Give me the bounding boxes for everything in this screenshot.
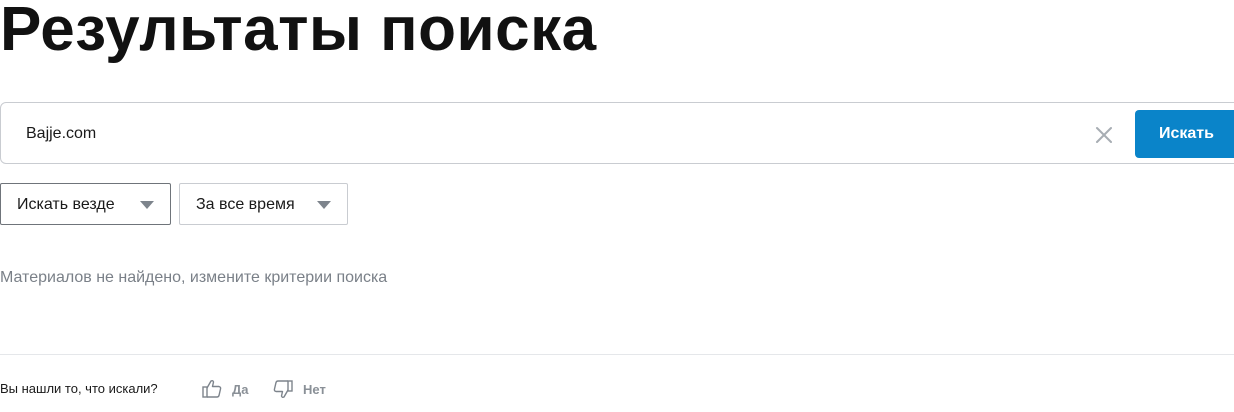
thumbs-up-icon xyxy=(201,378,223,400)
thumbs-down-icon xyxy=(272,378,294,400)
feedback-question: Вы нашли то, что искали? xyxy=(0,381,158,396)
page-title: Результаты поиска xyxy=(0,0,597,64)
divider xyxy=(0,354,1234,355)
feedback-yes-button[interactable]: Да xyxy=(201,376,249,402)
chevron-down-icon xyxy=(317,201,331,209)
period-dropdown[interactable]: За все время xyxy=(179,183,348,225)
search-button[interactable]: Искать xyxy=(1135,110,1234,158)
search-input[interactable] xyxy=(26,121,1076,147)
feedback-no-label: Нет xyxy=(303,381,326,397)
scope-dropdown[interactable]: Искать везде xyxy=(0,183,171,225)
close-icon[interactable] xyxy=(1093,124,1115,146)
search-box xyxy=(0,102,1234,164)
scope-dropdown-value: Искать везде xyxy=(17,196,115,213)
feedback-yes-label: Да xyxy=(232,381,249,397)
period-dropdown-value: За все время xyxy=(196,196,295,213)
empty-results-message: Материалов не найдено, измените критерии… xyxy=(0,269,388,286)
chevron-down-icon xyxy=(140,201,154,209)
feedback-no-button[interactable]: Нет xyxy=(272,376,326,402)
